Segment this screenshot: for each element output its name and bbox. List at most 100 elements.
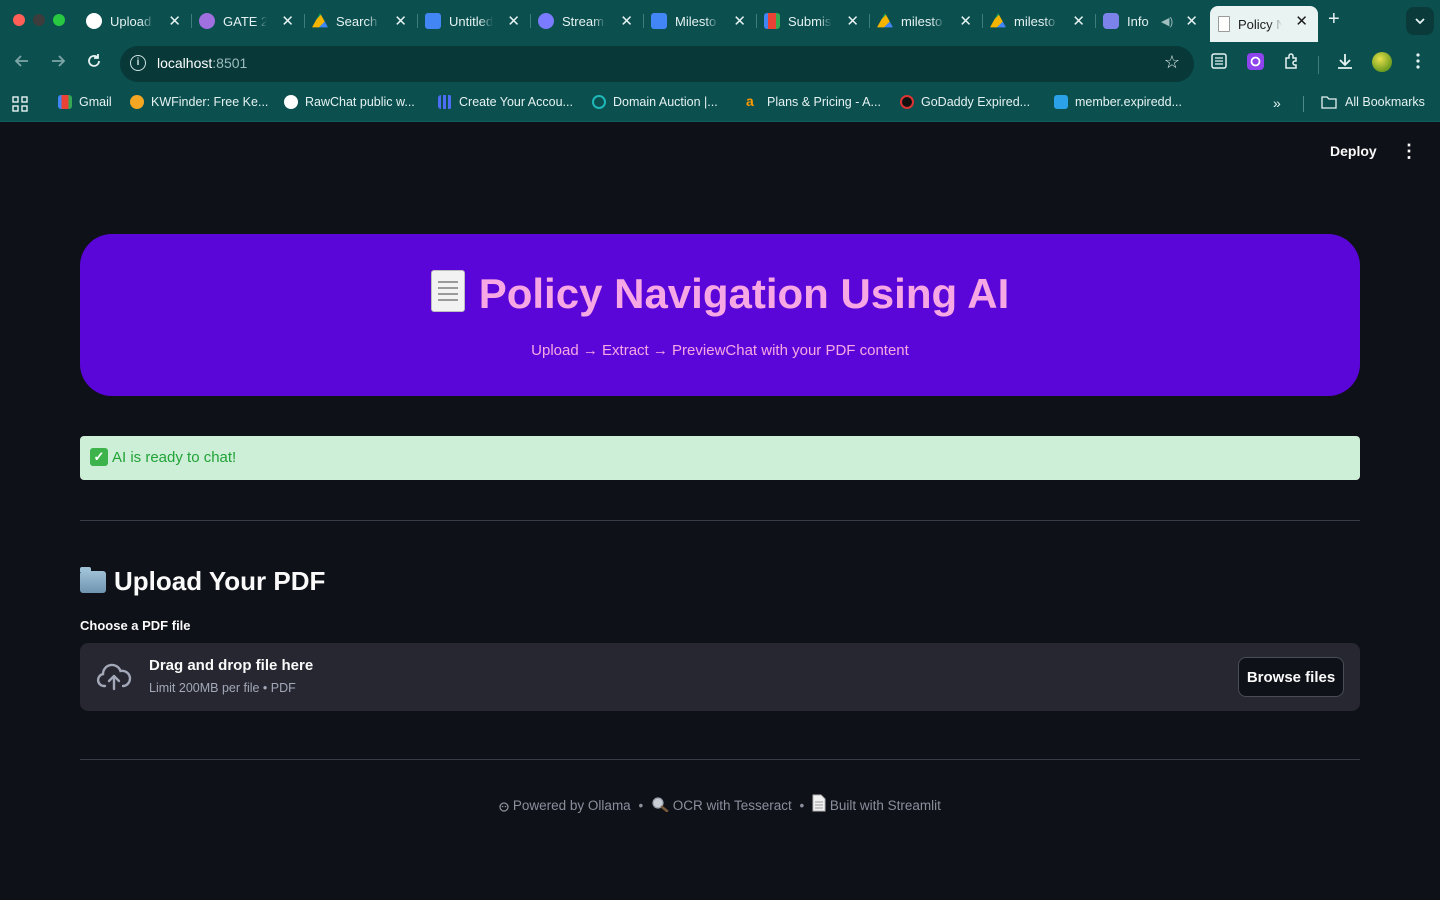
- extension-capture-icon[interactable]: [1246, 52, 1265, 76]
- google-drive-icon: [312, 13, 328, 28]
- back-button[interactable]: [13, 52, 31, 75]
- streamlit-icon: [538, 13, 554, 29]
- folder-icon: [1321, 96, 1337, 109]
- minimize-window-button[interactable]: [33, 14, 45, 26]
- app-menu-icon[interactable]: ⋮: [1400, 141, 1418, 161]
- address-bar[interactable]: i localhost:8501 ☆: [120, 46, 1194, 82]
- close-tab-icon[interactable]: ✕: [281, 12, 294, 30]
- close-tab-icon[interactable]: ✕: [1072, 12, 1085, 30]
- all-bookmarks-folder[interactable]: All Bookmarks: [1321, 95, 1425, 109]
- close-tab-icon[interactable]: ✕: [1185, 12, 1198, 30]
- arrow-right-icon: [52, 55, 66, 67]
- close-tab-icon[interactable]: ✕: [394, 12, 407, 30]
- cloud-upload-icon: [96, 663, 132, 691]
- gmail-icon: [58, 95, 72, 109]
- bookmark-item[interactable]: Domain Auction |...: [592, 95, 718, 109]
- reload-button[interactable]: [85, 52, 103, 75]
- divider: [80, 520, 1360, 521]
- close-tab-icon[interactable]: ✕: [507, 12, 520, 30]
- close-tab-icon[interactable]: ✕: [1295, 12, 1308, 30]
- forward-button[interactable]: [49, 52, 67, 75]
- deploy-button[interactable]: Deploy: [1330, 143, 1377, 159]
- browser-tab[interactable]: Search ✕: [304, 6, 418, 36]
- dropzone-limits: Limit 200MB per file • PDF: [149, 681, 296, 695]
- kwfinder-icon: [130, 95, 144, 109]
- github-icon: [86, 13, 102, 29]
- browser-tab-bar: Upload ✕ GATE 2( ✕ Search ✕ Untitled ✕ S…: [0, 0, 1440, 42]
- bookmark-item[interactable]: Create Your Accou...: [438, 95, 573, 109]
- page-title: Policy Navigation Using AI: [80, 270, 1360, 318]
- google-docs-icon: [651, 13, 667, 29]
- browser-tab[interactable]: Info ◀) ✕: [1095, 6, 1208, 36]
- ollama-icon: [499, 800, 509, 815]
- gate-icon: [199, 13, 215, 29]
- page-subtitle: Upload → Extract → PreviewChat with your…: [531, 342, 909, 359]
- browser-tab[interactable]: Untitled ✕: [417, 6, 531, 36]
- browser-tab[interactable]: Upload ✕: [78, 6, 192, 36]
- domain-auction-icon: [592, 95, 606, 109]
- close-tab-icon[interactable]: ✕: [846, 12, 859, 30]
- success-message: AI is ready to chat!: [112, 449, 237, 466]
- divider: [80, 759, 1360, 760]
- chevron-down-icon: [1415, 17, 1425, 24]
- bookmark-item[interactable]: GoDaddy Expired...: [900, 95, 1030, 109]
- audio-playing-icon[interactable]: ◀): [1161, 15, 1173, 28]
- check-mark-icon: ✓: [90, 448, 108, 466]
- arrow-left-icon: [14, 55, 28, 67]
- dropzone-instructions: Drag and drop file here: [149, 657, 314, 674]
- close-tab-icon[interactable]: ✕: [733, 12, 746, 30]
- browser-tab[interactable]: Stream ✕: [530, 6, 644, 36]
- browser-menu-icon[interactable]: [1410, 52, 1426, 75]
- expireddomains-icon: [1054, 95, 1068, 109]
- site-info-icon[interactable]: i: [130, 55, 146, 71]
- bookmark-item[interactable]: RawChat public w...: [284, 95, 415, 109]
- bookmark-item[interactable]: KWFinder: Free Ke...: [130, 95, 268, 109]
- upload-section-title: Upload Your PDF: [80, 566, 325, 597]
- bookmark-star-icon[interactable]: ☆: [1164, 52, 1180, 73]
- success-alert: ✓ AI is ready to chat!: [80, 436, 1360, 480]
- bookmark-item[interactable]: Gmail: [58, 95, 112, 109]
- browser-tab[interactable]: Milesto ✕: [643, 6, 757, 36]
- close-tab-icon[interactable]: ✕: [620, 12, 633, 30]
- tab-search-button[interactable]: [1406, 7, 1434, 35]
- page-facing-up-icon: [812, 794, 826, 815]
- close-tab-icon[interactable]: ✕: [959, 12, 972, 30]
- url-text[interactable]: localhost:8501: [157, 55, 247, 71]
- browser-tab[interactable]: GATE 2( ✕: [191, 6, 305, 36]
- footer: Powered by Ollama • OCR with Tesseract •…: [0, 794, 1440, 815]
- reading-mode-icon[interactable]: [1210, 52, 1228, 75]
- browser-tab-active[interactable]: Policy N ✕: [1210, 6, 1318, 42]
- apps-grid-icon[interactable]: [12, 96, 28, 112]
- browse-files-button[interactable]: Browse files: [1238, 657, 1344, 697]
- godaddy-icon: [900, 95, 914, 109]
- rawchat-icon: [284, 95, 298, 109]
- bookmarks-bar: Gmail KWFinder: Free Ke... RawChat publi…: [0, 86, 1440, 122]
- close-window-button[interactable]: [13, 14, 25, 26]
- document-icon: [1218, 16, 1230, 32]
- profile-avatar[interactable]: [1372, 52, 1392, 72]
- teams-icon: [1103, 13, 1119, 29]
- google-docs-icon: [425, 13, 441, 29]
- extensions-puzzle-icon[interactable]: [1283, 52, 1301, 75]
- folder-icon: [80, 566, 106, 593]
- browser-tab[interactable]: Submis ✕: [756, 6, 870, 36]
- new-tab-button[interactable]: +: [1328, 8, 1340, 31]
- google-drive-icon: [990, 13, 1006, 28]
- maximize-window-button[interactable]: [53, 14, 65, 26]
- hero-banner: Policy Navigation Using AI Upload → Extr…: [80, 234, 1360, 396]
- close-tab-icon[interactable]: ✕: [168, 12, 181, 30]
- file-dropzone[interactable]: Drag and drop file here Limit 200MB per …: [80, 643, 1360, 711]
- more-bookmarks-icon[interactable]: »: [1273, 95, 1281, 111]
- bookmark-item[interactable]: a Plans & Pricing - A...: [746, 93, 881, 109]
- downloads-icon[interactable]: [1336, 52, 1354, 75]
- browser-tab[interactable]: milesto ✕: [869, 6, 983, 36]
- browser-toolbar: i localhost:8501 ☆: [0, 42, 1440, 86]
- grid-app-icon: [438, 95, 452, 109]
- google-drive-icon: [877, 13, 893, 28]
- gmail-icon: [764, 13, 780, 29]
- browser-tab[interactable]: milesto ✕: [982, 6, 1096, 36]
- streamlit-app: Deploy ⋮ Policy Navigation Using AI Uplo…: [0, 122, 1440, 900]
- amazon-icon: a: [746, 93, 754, 109]
- bookmark-item[interactable]: member.expiredd...: [1054, 95, 1182, 109]
- page-facing-up-icon: [430, 270, 465, 312]
